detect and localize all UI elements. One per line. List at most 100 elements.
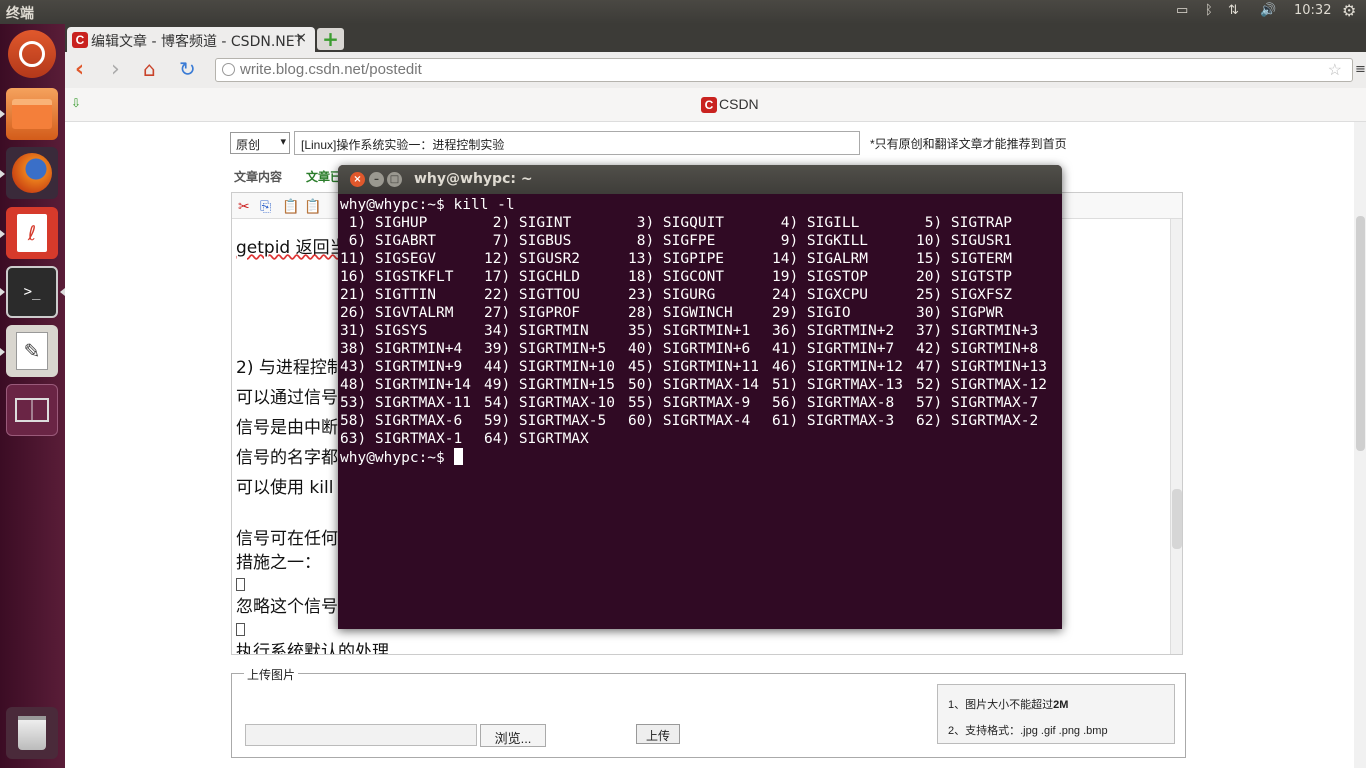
maximize-window-icon[interactable]: □: [387, 172, 402, 187]
terminal-titlebar[interactable]: × – □ why@whypc: ~: [338, 165, 1062, 194]
trash-icon[interactable]: [6, 707, 58, 759]
page-scroll-thumb[interactable]: [1356, 216, 1365, 451]
signal-entry: 60) SIGRTMAX-4: [628, 413, 751, 429]
session-gear-icon[interactable]: ⚙: [1342, 1, 1356, 20]
signal-entry: 11) SIGSEGV: [340, 251, 437, 267]
menu-icon[interactable]: ≡: [1355, 62, 1366, 77]
battery-icon[interactable]: ▭: [1176, 3, 1188, 18]
back-button[interactable]: ‹: [75, 57, 84, 82]
network-icon[interactable]: ⇅: [1228, 3, 1239, 18]
paste-text-icon[interactable]: 📋: [304, 198, 321, 215]
signal-entry: 64) SIGRTMAX: [484, 431, 589, 447]
tab-strip: C 编辑文章 - 博客频道 - CSDN.NET × +: [65, 24, 1366, 52]
signal-row: 1) SIGHUP 2) SIGINT 3) SIGQUIT 4) SIGILL…: [340, 214, 1060, 232]
bluetooth-icon[interactable]: ᛒ: [1205, 3, 1213, 18]
close-window-icon[interactable]: ×: [350, 172, 365, 187]
signal-entry: 26) SIGVTALRM: [340, 305, 454, 321]
copy-icon[interactable]: ⎘: [260, 198, 271, 215]
volume-icon[interactable]: 🔊: [1260, 3, 1276, 18]
top-panel: 终端 ▭ ᛒ ⇅ 🔊 10:32 ⚙: [0, 0, 1366, 24]
terminal-command: kill -l: [453, 197, 515, 213]
signal-entry: 12) SIGUSR2: [484, 251, 581, 267]
signal-entry: 52) SIGRTMAX-12: [916, 377, 1047, 393]
signal-row: 31) SIGSYS 34) SIGRTMIN 35) SIGRTMIN+1 36) …: [340, 322, 1060, 340]
signal-entry: 39) SIGRTMIN+5: [484, 341, 607, 357]
signal-entry: 51) SIGRTMAX-13: [772, 377, 903, 393]
paste-icon[interactable]: 📋: [282, 198, 299, 215]
cut-icon[interactable]: ✂: [238, 198, 250, 215]
terminal-command-line: why@whypc:~$ kill -l: [340, 196, 1060, 214]
article-type-select[interactable]: 原创: [230, 132, 290, 154]
new-tab-button[interactable]: +: [317, 28, 344, 50]
signal-entry: 41) SIGRTMIN+7: [772, 341, 895, 357]
signal-entry: 53) SIGRTMAX-11: [340, 395, 471, 411]
firefox-icon[interactable]: [6, 147, 58, 199]
minimize-window-icon[interactable]: –: [369, 172, 384, 187]
signal-entry: 5) SIGTRAP: [916, 215, 1013, 231]
original-note: *只有原创和翻译文章才能推荐到首页: [870, 137, 1067, 151]
signal-entry: 59) SIGRTMAX-5: [484, 413, 607, 429]
signal-entry: 13) SIGPIPE: [628, 251, 725, 267]
signal-row: 16) SIGSTKFLT 17) SIGCHLD 18) SIGCONT 19) S…: [340, 268, 1060, 286]
terminal-output[interactable]: why@whypc:~$ kill -l 1) SIGHUP 2) SIGINT…: [340, 196, 1060, 627]
missing-glyph-icon: [236, 577, 245, 591]
signal-entry: 6) SIGABRT: [340, 233, 437, 249]
signal-entry: 42) SIGRTMIN+8: [916, 341, 1039, 357]
terminal-cursor: [453, 448, 463, 465]
signal-row: 11) SIGSEGV 12) SIGUSR2 13) SIGPIPE 14) SIG…: [340, 250, 1060, 268]
signal-entry: 25) SIGXFSZ: [916, 287, 1013, 303]
upload-rule-size: 1、图片大小不能超过: [948, 699, 1054, 711]
close-tab-icon[interactable]: ×: [295, 30, 307, 46]
article-title-input[interactable]: [Linux]操作系统实验一：进程控制实验: [294, 131, 860, 155]
signal-entry: 61) SIGRTMAX-3: [772, 413, 895, 429]
terminal-window[interactable]: × – □ why@whypc: ~ why@whypc:~$ kill -l …: [338, 165, 1062, 629]
signal-entry: 47) SIGRTMIN+13: [916, 359, 1047, 375]
editor-scroll-thumb[interactable]: [1172, 489, 1182, 549]
tab-article-summary[interactable]: 文章已: [306, 168, 342, 185]
download-icon[interactable]: ⇩: [71, 96, 81, 110]
signal-entry: 9) SIGKILL: [772, 233, 869, 249]
clock[interactable]: 10:32: [1294, 3, 1331, 18]
signal-entry: 14) SIGALRM: [772, 251, 869, 267]
signal-row: 6) SIGABRT 7) SIGBUS 8) SIGFPE 9) SIGKIL…: [340, 232, 1060, 250]
signal-row: 26) SIGVTALRM 27) SIGPROF 28) SIGWINCH 29) …: [340, 304, 1060, 322]
page-scrollbar[interactable]: [1354, 122, 1366, 768]
signal-entry: 58) SIGRTMAX-6: [340, 413, 463, 429]
workspace-switcher-icon[interactable]: [6, 384, 58, 436]
signal-entry: 7) SIGBUS: [484, 233, 572, 249]
signal-row: 53) SIGRTMAX-11 54) SIGRTMAX-10 55) SIGRTM…: [340, 394, 1060, 412]
browser-tab[interactable]: C 编辑文章 - 博客频道 - CSDN.NET ×: [67, 27, 315, 52]
editor-scrollbar[interactable]: [1170, 219, 1182, 654]
home-icon[interactable]: ⌂: [143, 57, 156, 81]
upload-rule-format: 2、支持格式：.jpg .gif .png .bmp: [948, 725, 1108, 737]
bookmark-star-icon[interactable]: ☆: [1328, 60, 1342, 80]
signal-entry: 36) SIGRTMIN+2: [772, 323, 895, 339]
signal-row: 48) SIGRTMIN+14 49) SIGRTMIN+15 50) SIGRTM…: [340, 376, 1060, 394]
signal-entry: 37) SIGRTMIN+3: [916, 323, 1039, 339]
globe-icon: [222, 63, 235, 76]
terminal-icon[interactable]: >_: [6, 266, 58, 318]
upload-file-path[interactable]: [245, 724, 477, 746]
document-viewer-icon[interactable]: ℓ: [6, 207, 58, 259]
upload-rule-size-limit: 2M: [1053, 699, 1069, 711]
signal-entry: 18) SIGCONT: [628, 269, 725, 285]
signal-entry: 8) SIGFPE: [628, 233, 716, 249]
bookmark-bar: ⇩ C CSDN: [65, 88, 1366, 122]
editor-line-10: 执行系统默认的处理: [236, 642, 389, 655]
reload-icon[interactable]: ↻: [179, 57, 196, 81]
files-icon[interactable]: [6, 88, 58, 140]
browse-button[interactable]: 浏览...: [480, 724, 546, 747]
signal-entry: 56) SIGRTMAX-8: [772, 395, 895, 411]
signal-entry: 35) SIGRTMIN+1: [628, 323, 751, 339]
signal-entry: 31) SIGSYS: [340, 323, 428, 339]
ubuntu-dash-icon[interactable]: [8, 30, 56, 78]
signal-row: 58) SIGRTMAX-6 59) SIGRTMAX-5 60) SIGRTMAX…: [340, 412, 1060, 430]
forward-button[interactable]: ›: [111, 57, 120, 82]
csdn-logo[interactable]: C CSDN: [701, 96, 759, 113]
address-bar[interactable]: write.blog.csdn.net/postedit ☆: [215, 58, 1353, 82]
text-editor-icon[interactable]: ✎: [6, 325, 58, 377]
upload-button[interactable]: 上传: [636, 724, 680, 744]
url-text: write.blog.csdn.net/postedit: [240, 61, 422, 78]
signal-entry: 38) SIGRTMIN+4: [340, 341, 463, 357]
tab-article-content[interactable]: 文章内容: [234, 168, 282, 185]
